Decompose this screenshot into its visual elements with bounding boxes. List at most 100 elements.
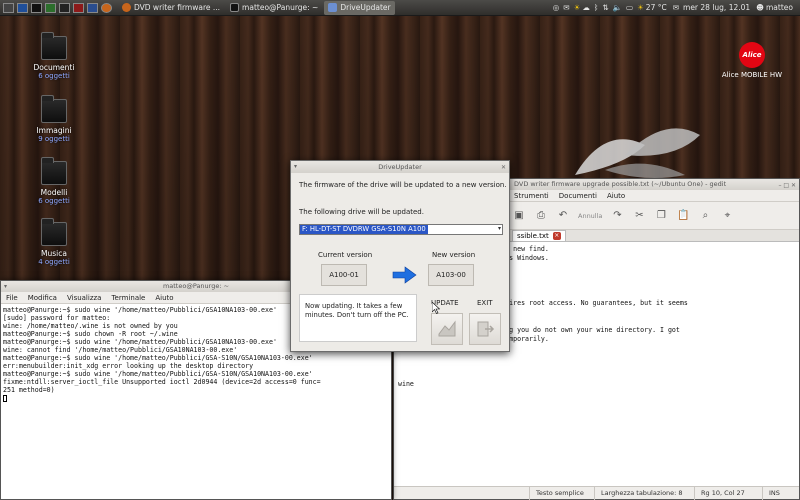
desktop-icon-musica[interactable]: Musica 4 oggetti <box>24 218 84 266</box>
close-icon[interactable]: ✕ <box>501 162 506 174</box>
temperature[interactable]: 27 °C <box>646 3 667 12</box>
task-button-terminal[interactable]: matteo@Panurge: ~ <box>226 1 322 15</box>
bluetooth-icon[interactable]: ᛒ <box>594 3 599 12</box>
firefox-icon[interactable] <box>101 2 112 13</box>
text-line <box>398 371 795 380</box>
clock[interactable]: mer 28 lug, 12.01 <box>683 3 750 12</box>
save-icon[interactable]: ▣ <box>512 209 526 223</box>
close-icon[interactable]: ✕ <box>791 182 796 189</box>
network-icon[interactable] <box>87 2 98 13</box>
flower-decoration <box>575 128 700 179</box>
desktop-icon[interactable] <box>17 2 28 13</box>
gedit-statusbar: Testo semplice Larghezza tabulazione: 8 … <box>394 486 799 500</box>
paste-icon[interactable]: 📋 <box>676 209 690 223</box>
menu-strumenti[interactable]: Strumenti <box>514 192 549 200</box>
desktop-icon-label: Documenti <box>33 63 75 72</box>
desktop-icon-alice[interactable]: Alice Alice MOBILE HW <box>712 42 792 79</box>
intro-text: The firmware of the drive will be update… <box>299 181 507 189</box>
battery-icon[interactable]: ▭ <box>626 3 633 12</box>
network-status-icon[interactable]: ⇅ <box>602 3 608 12</box>
menu-terminale[interactable]: Terminale <box>111 294 145 302</box>
desktop-icon-label: Modelli <box>40 188 68 197</box>
mouse-pointer-icon <box>432 302 440 314</box>
undo-icon[interactable]: ↶ <box>556 209 570 223</box>
folder-icon <box>41 95 67 123</box>
folder-icon <box>41 218 67 246</box>
update-icon <box>438 320 456 337</box>
window-title: DriveUpdater <box>378 163 422 171</box>
desktop-icon-immagini[interactable]: Immagini 9 oggetti <box>24 95 84 143</box>
drive-select[interactable]: F: HL-DT-ST DVDRW GSA-S10N A100 ▾ <box>299 224 503 235</box>
cut-icon[interactable]: ✂ <box>632 209 646 223</box>
window-title: matteo@Panurge: ~ <box>162 282 230 290</box>
desktop-icon-count: 4 oggetti <box>38 258 70 266</box>
firefox-icon <box>122 3 131 12</box>
text-line: wine <box>398 380 414 388</box>
volume-icon[interactable]: 🔈 <box>613 3 622 12</box>
tab-label: ssible.txt <box>517 232 549 240</box>
editor-launcher-icon[interactable] <box>59 2 70 13</box>
exit-label: EXIT <box>477 299 493 307</box>
text-line <box>398 362 795 371</box>
copy-icon[interactable]: ❐ <box>654 209 668 223</box>
language-selector[interactable]: Testo semplice <box>529 486 594 500</box>
undo-label[interactable]: Annulla <box>578 212 602 220</box>
desktop-icon-documenti[interactable]: Documenti 6 oggetti <box>24 32 84 80</box>
chevron-down-icon[interactable]: ▾ <box>498 225 501 232</box>
task-label: DVD writer firmware ... <box>134 3 221 12</box>
terminal-icon <box>230 3 240 12</box>
drive-intro-text: The following drive will be updated. <box>299 208 424 216</box>
desktop-icon-count: 9 oggetti <box>38 135 70 143</box>
window-title: DVD writer firmware upgrade possible.txt… <box>514 180 727 188</box>
terminal-line: 251 method=0) <box>3 386 55 394</box>
alice-label: Alice MOBILE HW <box>721 71 783 79</box>
exit-icon <box>477 321 495 337</box>
window-menu-icon[interactable]: ▾ <box>4 281 7 292</box>
media-icon[interactable] <box>73 2 84 13</box>
update-button[interactable] <box>431 313 463 345</box>
weather-icon[interactable]: ☀ <box>574 3 581 12</box>
menu-aiuto[interactable]: Aiuto <box>155 294 173 302</box>
app-window-icon <box>328 3 338 12</box>
close-tab-icon[interactable]: × <box>552 232 561 240</box>
folder-icon <box>41 157 67 185</box>
desktop-icon-label: Immagini <box>36 126 72 135</box>
desktop-icon-modelli[interactable]: Modelli 6 oggetti <box>24 157 84 205</box>
replace-icon[interactable]: ⌖ <box>720 209 734 223</box>
driveupdater-dialog: ▾ DriveUpdater ✕ The firmware of the dri… <box>290 160 510 352</box>
mail-icon[interactable]: ✉ <box>563 3 569 12</box>
status-message: Now updating. It takes a few minutes. Do… <box>305 302 409 319</box>
document-tab[interactable]: ssible.txt × <box>512 230 566 241</box>
system-monitor-icon[interactable]: ◎ <box>553 3 560 12</box>
window-menu-icon[interactable]: ▾ <box>294 161 297 173</box>
cloud-icon[interactable]: ☁ <box>582 3 590 12</box>
menu-modifica[interactable]: Modifica <box>28 294 57 302</box>
dialog-titlebar[interactable]: ▾ DriveUpdater ✕ <box>291 161 509 173</box>
status-message-box: Now updating. It takes a few minutes. Do… <box>299 294 417 342</box>
menu-visualizza[interactable]: Visualizza <box>67 294 101 302</box>
redo-icon[interactable]: ↷ <box>610 209 624 223</box>
maximize-icon[interactable]: □ <box>783 182 789 189</box>
task-label: DriveUpdater <box>340 3 391 12</box>
user-icon: ☻ <box>756 3 764 12</box>
desktop-icon-count: 6 oggetti <box>38 197 70 205</box>
user-menu[interactable]: matteo <box>766 3 793 12</box>
terminal-launcher-icon[interactable] <box>31 2 42 13</box>
terminal-line: err:menubuilder:init_xdg error looking u… <box>3 362 254 370</box>
menu-documenti[interactable]: Documenti <box>559 192 597 200</box>
text-line <box>398 353 795 362</box>
monitor-icon[interactable] <box>45 2 56 13</box>
applications-menu-icon[interactable] <box>3 2 14 13</box>
mail-status-icon[interactable]: ✉ <box>673 3 679 12</box>
menu-aiuto[interactable]: Aiuto <box>607 192 625 200</box>
minimize-icon[interactable]: – <box>778 182 781 189</box>
exit-button[interactable] <box>469 313 501 345</box>
tab-width-selector[interactable]: Larghezza tabulazione: 8 <box>594 486 694 500</box>
terminal-line: matteo@Panurge:~$ sudo wine '/home/matte… <box>3 354 313 362</box>
task-button-driveupdater[interactable]: DriveUpdater <box>324 0 395 15</box>
print-icon[interactable]: ⎙ <box>534 209 548 223</box>
arrow-right-icon <box>392 266 417 284</box>
task-button-browser[interactable]: DVD writer firmware ... <box>118 1 224 15</box>
search-icon[interactable]: ⌕ <box>698 209 712 223</box>
menu-file[interactable]: File <box>6 294 18 302</box>
